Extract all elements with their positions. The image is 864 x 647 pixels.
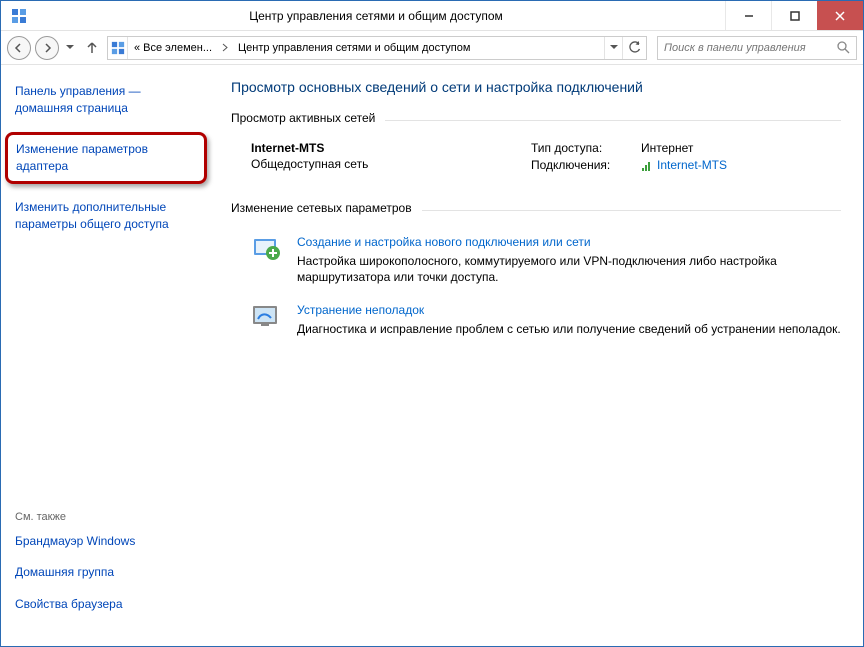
app-window: Центр управления сетями и общим доступом… xyxy=(0,0,864,647)
troubleshoot-icon xyxy=(251,301,283,333)
new-connection-link[interactable]: Создание и настройка нового подключения … xyxy=(297,235,841,249)
network-name: Internet-MTS xyxy=(251,141,451,155)
sidebar-home-link[interactable]: Панель управления — домашняя страница xyxy=(15,83,199,117)
maximize-button[interactable] xyxy=(771,1,817,30)
new-connection-icon xyxy=(251,233,283,265)
address-dropdown[interactable] xyxy=(604,37,622,59)
divider xyxy=(385,120,841,121)
history-dropdown[interactable] xyxy=(63,37,77,59)
text: Internet-MTS xyxy=(657,158,727,172)
search-input[interactable] xyxy=(664,42,830,54)
sidebar-browser-link[interactable]: Свойства браузера xyxy=(15,596,199,613)
search-box[interactable] xyxy=(657,36,857,60)
titlebar: Центр управления сетями и общим доступом xyxy=(1,1,863,31)
breadcrumb-segment-1[interactable]: « Все элемен... xyxy=(128,37,218,59)
new-connection-item: Создание и настройка нового подключения … xyxy=(231,233,841,285)
address-bar[interactable]: « Все элемен... Центр управления сетями … xyxy=(107,36,647,60)
sidebar: Панель управления — домашняя страница Из… xyxy=(1,65,213,646)
page-title: Просмотр основных сведений о сети и наст… xyxy=(231,79,841,95)
close-button[interactable] xyxy=(817,1,863,30)
text: домашняя страница xyxy=(15,101,128,115)
signal-icon xyxy=(641,160,653,175)
window-title: Центр управления сетями и общим доступом xyxy=(27,9,725,23)
breadcrumb-chevron-1[interactable] xyxy=(218,37,232,59)
up-button[interactable] xyxy=(81,37,103,59)
minimize-button[interactable] xyxy=(725,1,771,30)
access-type-value: Интернет xyxy=(641,141,727,155)
new-connection-desc: Настройка широкополосного, коммутируемог… xyxy=(297,253,841,285)
troubleshoot-link[interactable]: Устранение неполадок xyxy=(297,303,841,317)
forward-button[interactable] xyxy=(35,36,59,60)
search-button[interactable] xyxy=(830,37,856,59)
back-button[interactable] xyxy=(7,36,31,60)
troubleshoot-desc: Диагностика и исправление проблем с сеть… xyxy=(297,321,841,337)
change-settings-label: Изменение сетевых параметров xyxy=(231,201,412,215)
sidebar-homegroup-link[interactable]: Домашняя группа xyxy=(15,564,199,581)
app-icon xyxy=(11,8,27,24)
sidebar-adapter-highlight: Изменение параметров адаптера xyxy=(5,132,207,185)
troubleshoot-item: Устранение неполадок Диагностика и испра… xyxy=(231,301,841,337)
navbar: « Все элемен... Центр управления сетями … xyxy=(1,31,863,65)
access-type-label: Тип доступа: xyxy=(531,141,631,155)
active-networks-label: Просмотр активных сетей xyxy=(231,111,375,125)
refresh-button[interactable] xyxy=(622,37,646,59)
network-category: Общедоступная сеть xyxy=(251,157,451,171)
connection-link[interactable]: Internet-MTS xyxy=(641,158,727,175)
breadcrumb-segment-2[interactable]: Центр управления сетями и общим доступом xyxy=(232,37,476,59)
address-icon xyxy=(108,37,128,59)
main-content: Просмотр основных сведений о сети и наст… xyxy=(213,65,863,646)
sidebar-firewall-link[interactable]: Брандмауэр Windows xyxy=(15,533,199,550)
divider xyxy=(422,210,841,211)
text: Панель управления — xyxy=(15,84,141,98)
active-network: Internet-MTS Общедоступная сеть Тип дост… xyxy=(231,141,841,175)
sidebar-adapter-link[interactable]: Изменение параметров адаптера xyxy=(16,141,196,176)
connections-label: Подключения: xyxy=(531,158,631,175)
see-also-label: См. также xyxy=(15,511,199,523)
sidebar-sharing-link[interactable]: Изменить дополнительные параметры общего… xyxy=(15,199,199,233)
